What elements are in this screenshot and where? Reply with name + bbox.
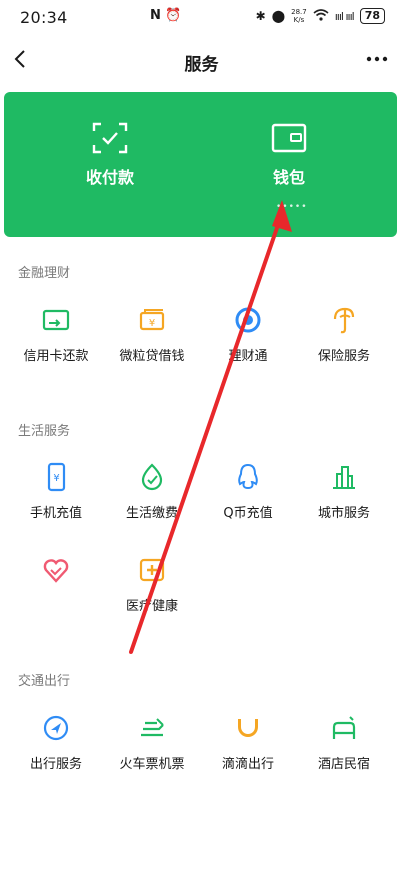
didi-ride-icon — [238, 719, 258, 737]
grid-label: 微粒贷借钱 — [119, 349, 185, 364]
network-speed: 28.7 K/s — [291, 8, 307, 24]
grid-item-wealth[interactable]: 理财通 — [198, 305, 298, 364]
status-bar: 20:34 N ⏰ ✱ ⬤ 28.7 K/s ıııl ıııl 78 — [0, 0, 403, 34]
train-plane-ticket-icon — [141, 718, 164, 737]
charity-heart-icon — [43, 559, 69, 583]
grid-label: 酒店民宿 — [317, 757, 370, 772]
network-speed-unit: K/s — [293, 16, 305, 24]
bluetooth-icon: ✱ — [255, 9, 266, 23]
loan-icon: ¥ — [139, 309, 165, 331]
battery-indicator: 78 — [359, 8, 385, 24]
grid-label: 手机充值 — [29, 506, 82, 521]
grid-label: 生活缴费 — [125, 506, 178, 521]
receive-pay-label: 收付款 — [85, 168, 134, 187]
grid-item-qq-coin[interactable]: Q币充值 — [198, 462, 298, 521]
payment-wallet-card: 收付款 钱包 — [4, 92, 397, 237]
wifi-icon — [313, 8, 329, 24]
grid-item-city-service[interactable]: 城市服务 — [294, 462, 394, 521]
grid-item-insurance[interactable]: 保险服务 — [294, 305, 394, 364]
network-speed-value: 28.7 — [291, 8, 307, 16]
utility-payment-icon — [141, 463, 163, 491]
grid-item-didi-ride[interactable]: 滴滴出行 — [198, 713, 298, 772]
status-right-group: ✱ ⬤ 28.7 K/s ıııl ıııl 78 — [256, 8, 385, 24]
nfc-alarm-icons: N ⏰ — [150, 8, 182, 23]
grid-item-travel-service[interactable]: 出行服务 — [6, 713, 106, 772]
location-icon: ⬤ — [271, 9, 286, 23]
wallet-balance-hidden-dots: ••••• — [276, 202, 308, 212]
grid-item-charity[interactable] — [6, 555, 106, 595]
grid-label: 理财通 — [228, 349, 268, 364]
phone-topup-icon: ¥ — [47, 462, 66, 492]
grid-item-utility-payment[interactable]: 生活缴费 — [102, 462, 202, 521]
grid-item-train-plane-ticket[interactable]: 火车票机票 — [102, 713, 202, 772]
grid-label: Q币充值 — [223, 506, 273, 521]
wealth-icon — [235, 307, 261, 333]
grid-label: 城市服务 — [317, 506, 370, 521]
city-service-icon — [333, 466, 355, 489]
receive-pay-button[interactable]: 收付款 — [50, 122, 170, 202]
travel-service-icon — [43, 715, 69, 741]
grid-label: 滴滴出行 — [221, 757, 274, 772]
scan-pay-icon — [92, 122, 128, 154]
section-title-finance: 金融理财 — [18, 266, 71, 281]
grid-label: 出行服务 — [29, 757, 82, 772]
section-title-transport: 交通出行 — [18, 674, 71, 689]
section-title-life: 生活服务 — [18, 424, 71, 439]
wallet-label: 钱包 — [272, 168, 305, 187]
grid-label: 保险服务 — [317, 349, 370, 364]
grid-item-medical-health[interactable]: 医疗健康 — [102, 555, 202, 614]
more-options-icon[interactable] — [365, 48, 389, 70]
signal-icon: ıııl ıııl — [334, 9, 355, 23]
qq-coin-icon — [238, 463, 258, 490]
grid-label: 信用卡还款 — [23, 349, 89, 364]
page-title: 服务 — [184, 55, 219, 75]
grid-item-hotel[interactable]: 酒店民宿 — [294, 713, 394, 772]
credit-card-icon — [42, 309, 70, 331]
insurance-icon — [333, 307, 355, 334]
wallet-icon — [271, 123, 307, 153]
grid-label: 医疗健康 — [125, 599, 178, 614]
hotel-icon — [332, 716, 356, 739]
wallet-button[interactable]: 钱包 — [229, 122, 349, 202]
grid-item-credit-card-repay[interactable]: 信用卡还款 — [6, 305, 106, 364]
title-bar: 服务 — [0, 38, 403, 82]
svg-text:¥: ¥ — [149, 318, 155, 329]
grid-item-loan[interactable]: ¥ 微粒贷借钱 — [102, 305, 202, 364]
svg-text:¥: ¥ — [53, 473, 59, 484]
grid-item-phone-topup[interactable]: ¥ 手机充值 — [6, 462, 106, 521]
status-time: 20:34 — [20, 8, 68, 27]
grid-label: 火车票机票 — [119, 757, 185, 772]
medical-health-icon — [139, 558, 165, 582]
